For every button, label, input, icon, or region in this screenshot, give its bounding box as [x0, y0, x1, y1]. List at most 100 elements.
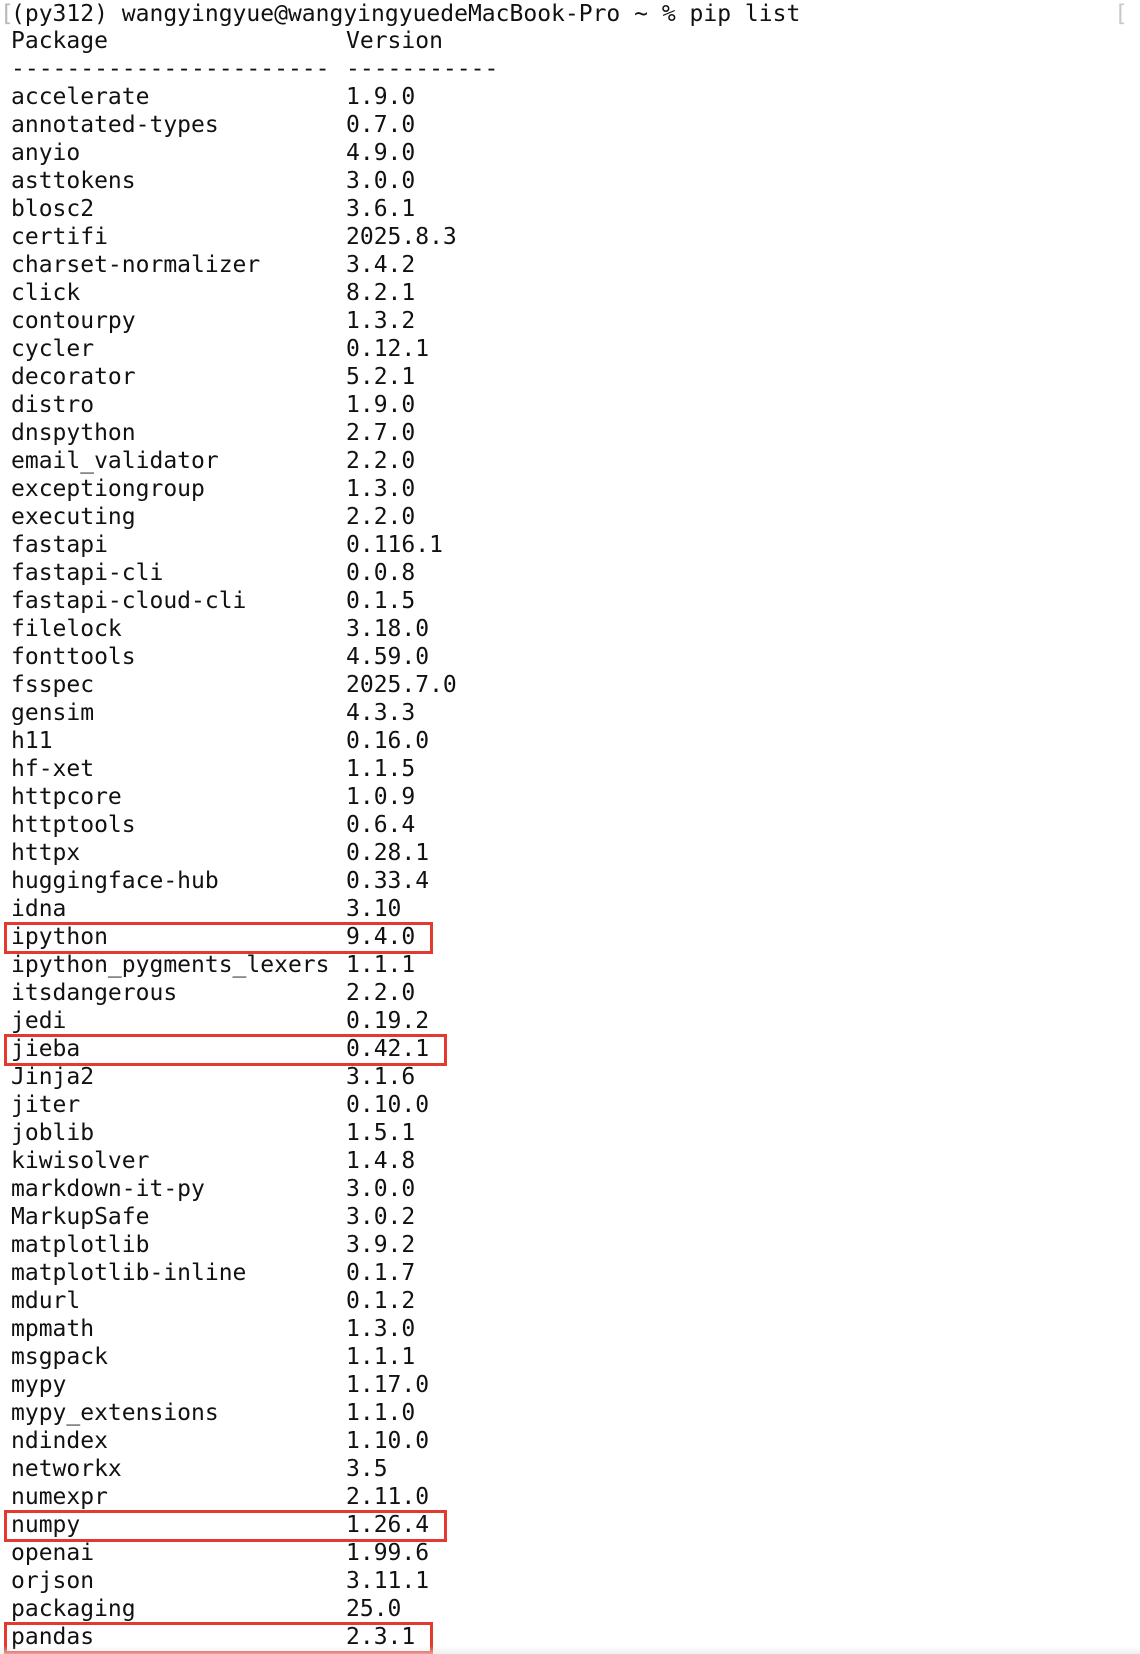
package-version: 4.59.0: [346, 644, 430, 670]
table-row: mdurl 0.1.2: [0, 1287, 1140, 1315]
table-row: jieba 0.42.1: [0, 1035, 1140, 1063]
command-prompt-line: (py312) wangyingyue@wangyingyuedeMacBook…: [11, 1, 801, 27]
package-name: exceptiongroup: [11, 476, 205, 502]
package-name: fastapi-cli: [11, 560, 164, 586]
table-row: ipython_pygments_lexers 1.1.1: [0, 951, 1140, 979]
table-row: Jinja2 3.1.6: [0, 1063, 1140, 1091]
table-row: distro 1.9.0: [0, 391, 1140, 419]
right-bracket-mark: [: [1114, 1, 1128, 27]
table-row: huggingface-hub 0.33.4: [0, 867, 1140, 895]
package-version: 5.2.1: [346, 364, 416, 390]
package-name: fastapi: [11, 532, 108, 558]
package-name: mypy: [11, 1372, 67, 1398]
package-version: 0.6.4: [346, 812, 416, 838]
table-row: numexpr 2.11.0: [0, 1483, 1140, 1511]
package-name: jedi: [11, 1008, 67, 1034]
package-version: 0.19.2: [346, 1008, 430, 1034]
package-name: idna: [11, 896, 67, 922]
package-version: 1.0.9: [346, 784, 416, 810]
package-version: 3.6.1: [346, 196, 416, 222]
package-name: openai: [11, 1540, 95, 1566]
table-row: exceptiongroup 1.3.0: [0, 475, 1140, 503]
package-version: 0.7.0: [346, 112, 416, 138]
table-row: decorator 5.2.1: [0, 363, 1140, 391]
package-name: annotated-types: [11, 112, 219, 138]
package-version: 1.10.0: [346, 1428, 430, 1454]
package-name: Jinja2: [11, 1064, 95, 1090]
table-row: jedi 0.19.2: [0, 1007, 1140, 1035]
package-name: packaging: [11, 1596, 136, 1622]
package-version: 0.116.1: [346, 532, 443, 558]
package-version: 2.2.0: [346, 504, 416, 530]
package-version: 2025.7.0: [346, 672, 457, 698]
package-version: 1.3.0: [346, 476, 416, 502]
package-name: decorator: [11, 364, 136, 390]
package-name: jieba: [11, 1036, 81, 1062]
terminal-window[interactable]: [ (py312) wangyingyue@wangyingyuedeMacBo…: [0, 0, 1140, 1654]
package-version: 3.0.0: [346, 1176, 416, 1202]
package-name: markdown-it-py: [11, 1176, 205, 1202]
package-name: dnspython: [11, 420, 136, 446]
package-name: joblib: [11, 1120, 95, 1146]
package-version: 0.1.2: [346, 1288, 416, 1314]
table-header: Package Version: [0, 27, 1140, 55]
package-version: 0.1.7: [346, 1260, 416, 1286]
table-row: anyio 4.9.0: [0, 139, 1140, 167]
table-row: httpcore 1.0.9: [0, 783, 1140, 811]
table-row: ipython 9.4.0: [0, 923, 1140, 951]
table-row: httpx 0.28.1: [0, 839, 1140, 867]
package-name: matplotlib-inline: [11, 1260, 247, 1286]
package-name: jiter: [11, 1092, 81, 1118]
package-version: 0.10.0: [346, 1092, 430, 1118]
package-name: fonttools: [11, 644, 136, 670]
package-version: 3.1.6: [346, 1064, 416, 1090]
table-row: fastapi-cli 0.0.8: [0, 559, 1140, 587]
package-version: 3.0.0: [346, 168, 416, 194]
table-row: certifi 2025.8.3: [0, 223, 1140, 251]
table-row: charset-normalizer 3.4.2: [0, 251, 1140, 279]
separator-version: -----------: [346, 56, 499, 82]
package-name: executing: [11, 504, 136, 530]
table-row: ndindex 1.10.0: [0, 1427, 1140, 1455]
table-row: email_validator 2.2.0: [0, 447, 1140, 475]
package-version: 2.2.0: [346, 448, 416, 474]
table-row: mypy 1.17.0: [0, 1371, 1140, 1399]
package-name: orjson: [11, 1568, 95, 1594]
package-version: 2.11.0: [346, 1484, 430, 1510]
package-version: 3.10: [346, 896, 402, 922]
package-version: 3.11.1: [346, 1568, 430, 1594]
package-version: 1.9.0: [346, 392, 416, 418]
package-version: 0.42.1: [346, 1036, 430, 1062]
package-version: 1.99.6: [346, 1540, 430, 1566]
table-row: packaging 25.0: [0, 1595, 1140, 1623]
package-version: 1.3.0: [346, 1316, 416, 1342]
package-version: 2.7.0: [346, 420, 416, 446]
header-version: Version: [346, 28, 443, 54]
package-name: numpy: [11, 1512, 81, 1538]
package-name: mdurl: [11, 1288, 81, 1314]
package-name: ipython_pygments_lexers: [11, 952, 330, 978]
package-version: 3.5: [346, 1456, 388, 1482]
package-version: 1.1.1: [346, 1344, 416, 1370]
package-version: 4.3.3: [346, 700, 416, 726]
package-name: huggingface-hub: [11, 868, 219, 894]
separator-package: -----------------------: [11, 56, 330, 82]
package-name: mpmath: [11, 1316, 95, 1342]
table-row: fastapi 0.116.1: [0, 531, 1140, 559]
package-name: anyio: [11, 140, 81, 166]
package-name: contourpy: [11, 308, 136, 334]
table-row: contourpy 1.3.2: [0, 307, 1140, 335]
package-version: 0.16.0: [346, 728, 430, 754]
table-row: blosc2 3.6.1: [0, 195, 1140, 223]
table-row: mpmath 1.3.0: [0, 1315, 1140, 1343]
package-name: filelock: [11, 616, 122, 642]
package-version: 0.12.1: [346, 336, 430, 362]
table-row: fastapi-cloud-cli 0.1.5: [0, 587, 1140, 615]
package-version: 1.3.2: [346, 308, 416, 334]
package-name: click: [11, 280, 81, 306]
package-name: cycler: [11, 336, 95, 362]
package-version: 9.4.0: [346, 924, 416, 950]
package-name: matplotlib: [11, 1232, 150, 1258]
package-name: charset-normalizer: [11, 252, 261, 278]
package-version: 3.9.2: [346, 1232, 416, 1258]
